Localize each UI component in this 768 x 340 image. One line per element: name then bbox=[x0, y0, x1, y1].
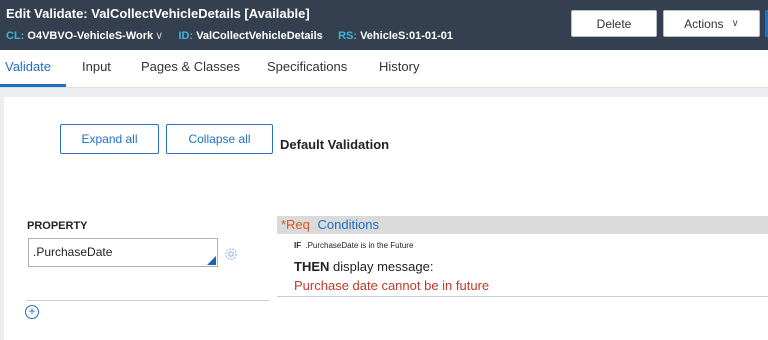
expand-all-button[interactable]: Expand all bbox=[60, 124, 159, 154]
tab-history[interactable]: History bbox=[379, 59, 419, 74]
rule-metadata: CL: O4VBVO-VehicleS-Work ∨ ID: ValCollect… bbox=[6, 29, 453, 42]
if-condition: IF .PurchaseDate is in the Future bbox=[294, 241, 413, 250]
id-value: ValCollectVehicleDetails bbox=[196, 30, 323, 42]
active-tab-indicator bbox=[0, 84, 66, 87]
tab-input[interactable]: Input bbox=[82, 59, 111, 74]
conditions-link[interactable]: Conditions bbox=[318, 217, 379, 232]
property-label: PROPERTY bbox=[27, 220, 88, 232]
delete-button[interactable]: Delete bbox=[571, 10, 657, 37]
cl-label: CL: bbox=[6, 30, 25, 42]
actions-label: Actions bbox=[684, 16, 724, 31]
conditions-divider bbox=[277, 296, 768, 297]
collapse-all-button[interactable]: Collapse all bbox=[166, 124, 273, 154]
then-text: display message: bbox=[329, 259, 434, 274]
if-text: .PurchaseDate is in the Future bbox=[305, 241, 414, 250]
tab-bar: Validate Input Pages & Classes Specifica… bbox=[0, 50, 768, 88]
conditions-header: *Req Conditions bbox=[277, 216, 768, 234]
ruleset-link[interactable]: VehicleS:01-01-01 bbox=[360, 30, 453, 42]
required-marker: *Req bbox=[281, 217, 310, 232]
validation-message: Purchase date cannot be in future bbox=[294, 278, 490, 293]
if-keyword: IF bbox=[294, 241, 302, 250]
class-chevron-down-icon[interactable]: ∨ bbox=[155, 30, 163, 42]
property-divider bbox=[26, 300, 269, 301]
add-circle-icon[interactable]: + bbox=[25, 305, 39, 319]
then-line: THEN display message: bbox=[294, 259, 433, 274]
rs-label: RS: bbox=[338, 30, 358, 42]
tab-pages-classes[interactable]: Pages & Classes bbox=[141, 59, 240, 74]
actions-button[interactable]: Actions ∨ bbox=[663, 10, 760, 37]
tab-specifications[interactable]: Specifications bbox=[267, 59, 347, 74]
autocomplete-corner-icon bbox=[207, 256, 216, 265]
gear-icon[interactable] bbox=[224, 247, 238, 261]
tab-validate[interactable]: Validate bbox=[5, 59, 51, 74]
header-bar: Edit Validate: ValCollectVehicleDetails … bbox=[0, 0, 768, 50]
property-input[interactable]: .PurchaseDate bbox=[28, 238, 218, 267]
default-validation-heading: Default Validation bbox=[280, 137, 390, 152]
then-keyword: THEN bbox=[294, 259, 330, 274]
property-value: .PurchaseDate bbox=[33, 245, 113, 259]
class-link[interactable]: O4VBVO-VehicleS-Work bbox=[27, 30, 153, 42]
chevron-down-icon: ∨ bbox=[731, 18, 739, 29]
page-title: Edit Validate: ValCollectVehicleDetails … bbox=[6, 6, 310, 21]
id-label: ID: bbox=[178, 30, 194, 42]
